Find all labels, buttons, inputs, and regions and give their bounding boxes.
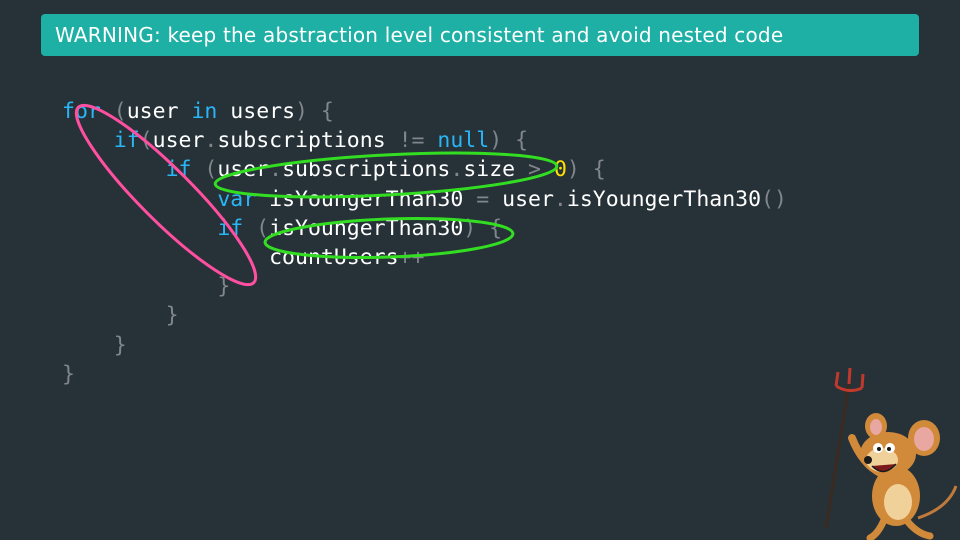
nesting-depth-marker-ellipse bbox=[74, 103, 258, 287]
age-condition-highlight-ellipse bbox=[263, 217, 515, 259]
size-condition-highlight-ellipse bbox=[213, 151, 559, 199]
devil-mouse-with-pitchfork-icon bbox=[824, 368, 958, 540]
annotation-overlay bbox=[74, 103, 559, 287]
